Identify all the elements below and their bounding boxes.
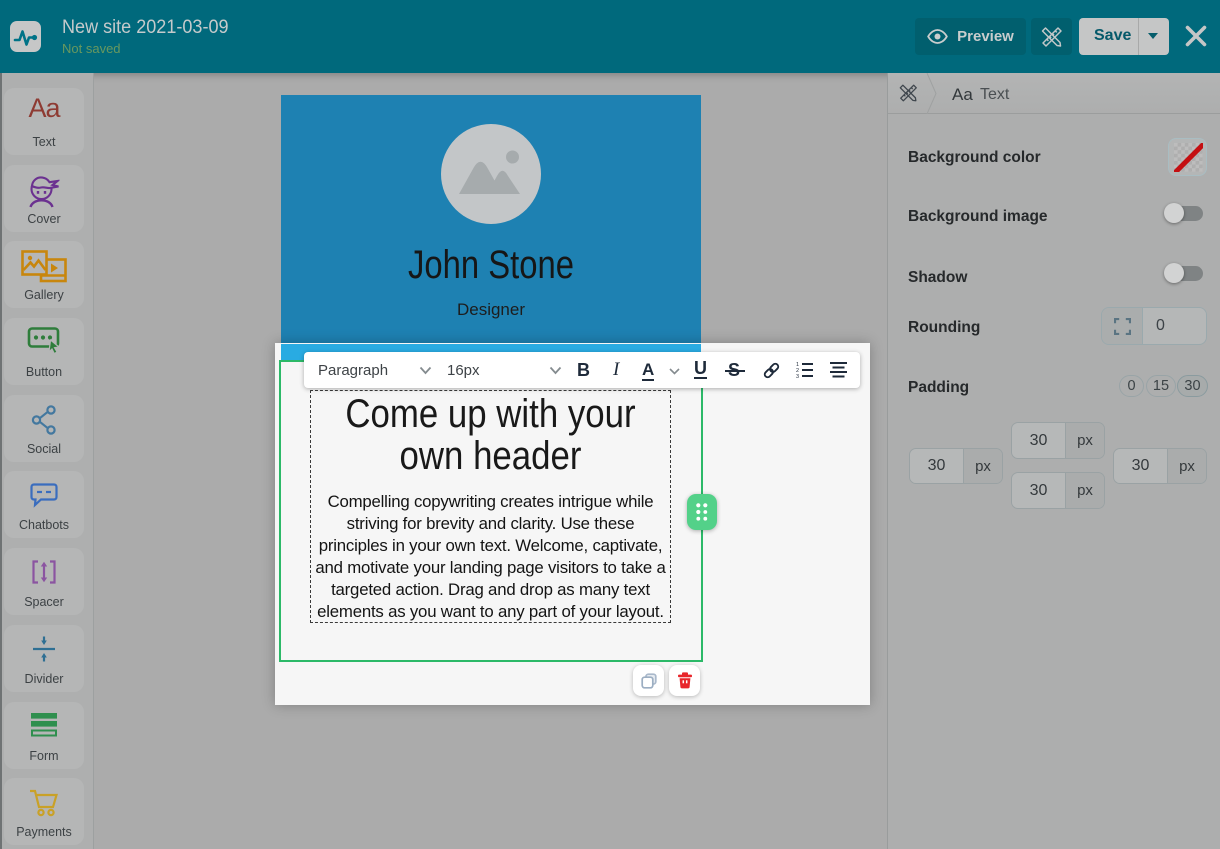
svg-text:3: 3 <box>796 374 799 379</box>
